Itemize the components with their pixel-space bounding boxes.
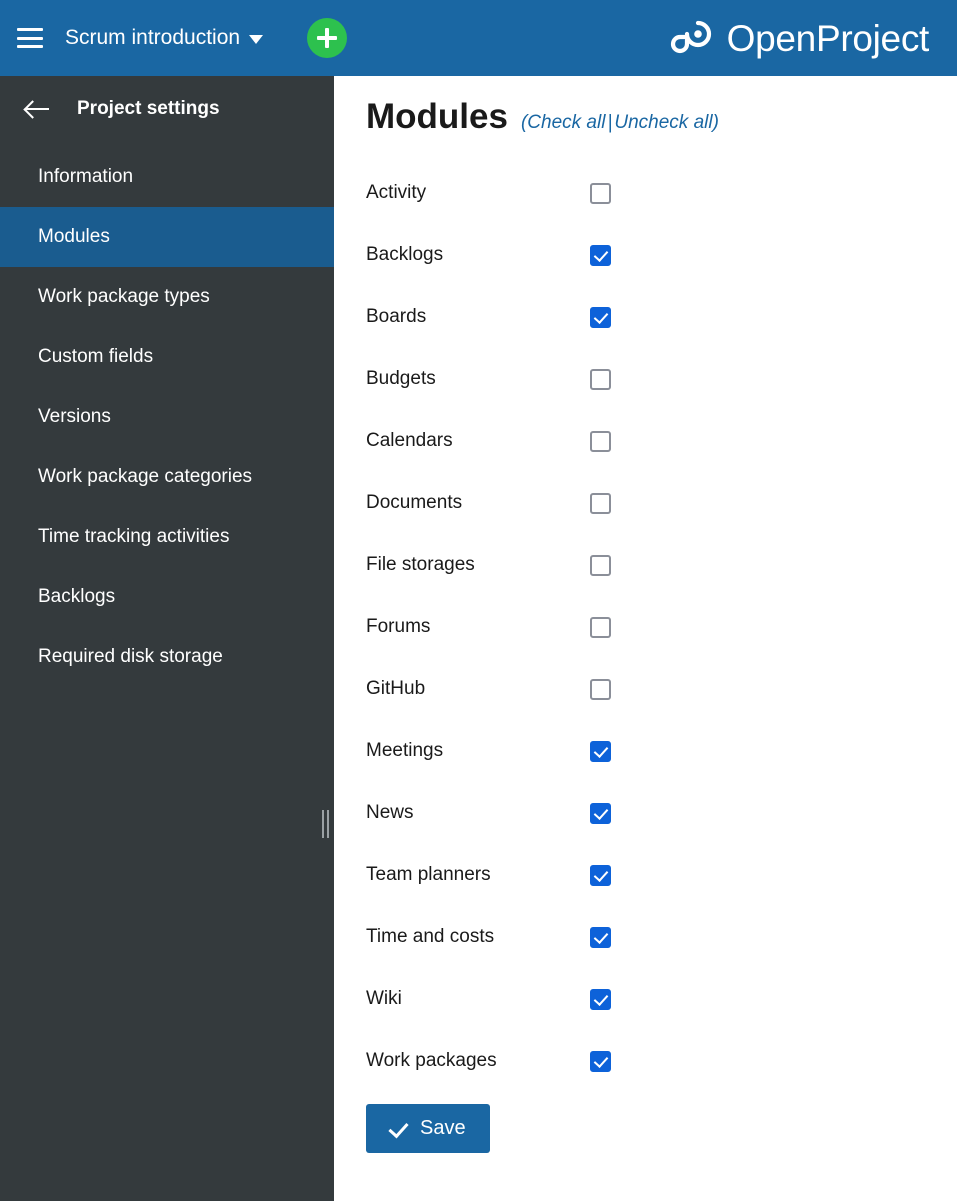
save-button[interactable]: Save [366,1104,490,1153]
hamburger-bar [17,36,43,40]
module-label[interactable]: News [366,802,590,824]
add-button[interactable] [307,18,348,58]
module-label[interactable]: Budgets [366,368,590,390]
module-row-calendars: Calendars [366,410,611,472]
brand-logo[interactable]: OpenProject [668,19,929,57]
module-row-forums: Forums [366,596,611,658]
top-header: Scrum introduction OpenProject [0,0,957,76]
sidebar-item-work-package-categories[interactable]: Work package categories [0,447,334,507]
sidebar-item-label: Backlogs [38,586,116,607]
module-label[interactable]: Team planners [366,864,590,886]
sidebar-item-custom-fields[interactable]: Custom fields [0,327,334,387]
module-label[interactable]: Forums [366,616,590,638]
chevron-down-icon [249,35,264,44]
sidebar-resize-handle[interactable] [322,810,329,838]
module-row-meetings: Meetings [366,720,611,782]
module-label[interactable]: Documents [366,492,590,514]
sidebar-item-required-disk-storage[interactable]: Required disk storage [0,627,334,687]
sidebar-item-label: Information [38,166,134,187]
sidebar-title: Project settings [77,98,220,119]
sidebar-item-label: Work package categories [38,466,253,487]
uncheck-all-link[interactable]: Uncheck all [614,112,712,133]
module-row-wiki: Wiki [366,968,611,1030]
sidebar-item-label: Time tracking activities [38,526,230,547]
sidebar-item-label: Required disk storage [38,646,223,667]
module-label[interactable]: GitHub [366,678,590,700]
module-row-boards: Boards [366,286,611,348]
page-heading: Modules (Check all | Uncheck all) [334,76,957,134]
module-row-documents: Documents [366,472,611,534]
check-icon [388,1119,407,1138]
module-checkbox-boards[interactable] [590,306,611,328]
module-checkbox-forums[interactable] [590,616,611,638]
project-name-label: Scrum introduction [65,26,241,49]
module-row-budgets: Budgets [366,348,611,410]
hamburger-bar [17,45,43,48]
module-checkbox-documents[interactable] [590,492,611,514]
app-root: Scrum introduction OpenProject Project s… [0,0,957,1201]
module-label[interactable]: Time and costs [366,926,590,948]
module-checkbox-github[interactable] [590,678,611,700]
sidebar-item-work-package-types[interactable]: Work package types [0,267,334,327]
module-label[interactable]: Boards [366,306,590,328]
module-row-work-packages: Work packages [366,1030,611,1092]
sidebar-item-information[interactable]: Information [0,147,334,207]
module-checkbox-wiki[interactable] [590,988,611,1010]
arrow-left-icon [25,99,51,119]
module-label[interactable]: Wiki [366,988,590,1010]
module-checkbox-file-storages[interactable] [590,554,611,576]
save-button-label: Save [420,1117,466,1139]
openproject-logo-icon [670,20,711,54]
sidebar-item-modules[interactable]: Modules [0,207,334,267]
resize-grip-line [322,810,324,838]
sidebar-item-time-tracking-activities[interactable]: Time tracking activities [0,507,334,567]
module-checkbox-activity[interactable] [590,182,611,204]
sidebar-item-versions[interactable]: Versions [0,387,334,447]
module-label[interactable]: File storages [366,554,590,576]
sidebar: Project settings Information Modules Wor… [0,76,334,1201]
hamburger-menu-icon[interactable] [17,28,43,48]
module-label[interactable]: Calendars [366,430,590,452]
module-checkbox-work-packages[interactable] [590,1050,611,1072]
check-all-link[interactable]: Check all [527,112,605,133]
module-checkbox-meetings[interactable] [590,740,611,762]
module-label[interactable]: Work packages [366,1050,590,1072]
module-row-activity: Activity [366,162,611,224]
modules-form: Activity Backlogs Boards Budgets Calenda… [334,162,957,1092]
module-row-time-and-costs: Time and costs [366,906,611,968]
module-row-team-planners: Team planners [366,844,611,906]
module-row-github: GitHub [366,658,611,720]
bulk-select-links: (Check all | Uncheck all) [521,112,719,134]
sidebar-item-label: Modules [38,226,110,247]
module-row-backlogs: Backlogs [366,224,611,286]
sidebar-item-backlogs[interactable]: Backlogs [0,567,334,627]
sidebar-back-header[interactable]: Project settings [0,76,334,142]
module-checkbox-news[interactable] [590,802,611,824]
resize-grip-line [327,810,329,838]
project-selector[interactable]: Scrum introduction [65,26,264,50]
module-checkbox-time-and-costs[interactable] [590,926,611,948]
module-checkbox-backlogs[interactable] [590,244,611,266]
module-row-file-storages: File storages [366,534,611,596]
module-label[interactable]: Meetings [366,740,590,762]
close-paren: ) [712,112,719,133]
hamburger-bar [17,28,43,31]
brand-name-label: OpenProject [726,17,930,59]
sidebar-item-label: Work package types [38,286,210,307]
module-checkbox-calendars[interactable] [590,430,611,452]
page-title: Modules [366,97,508,136]
module-checkbox-team-planners[interactable] [590,864,611,886]
module-checkbox-budgets[interactable] [590,368,611,390]
main-content: Modules (Check all | Uncheck all) Activity… [334,76,957,1201]
sidebar-item-label: Custom fields [38,346,154,367]
module-label[interactable]: Backlogs [366,244,590,266]
module-row-news: News [366,782,611,844]
sidebar-item-label: Versions [38,406,111,427]
sidebar-menu: Information Modules Work package types C… [0,147,334,687]
module-label[interactable]: Activity [366,182,590,204]
